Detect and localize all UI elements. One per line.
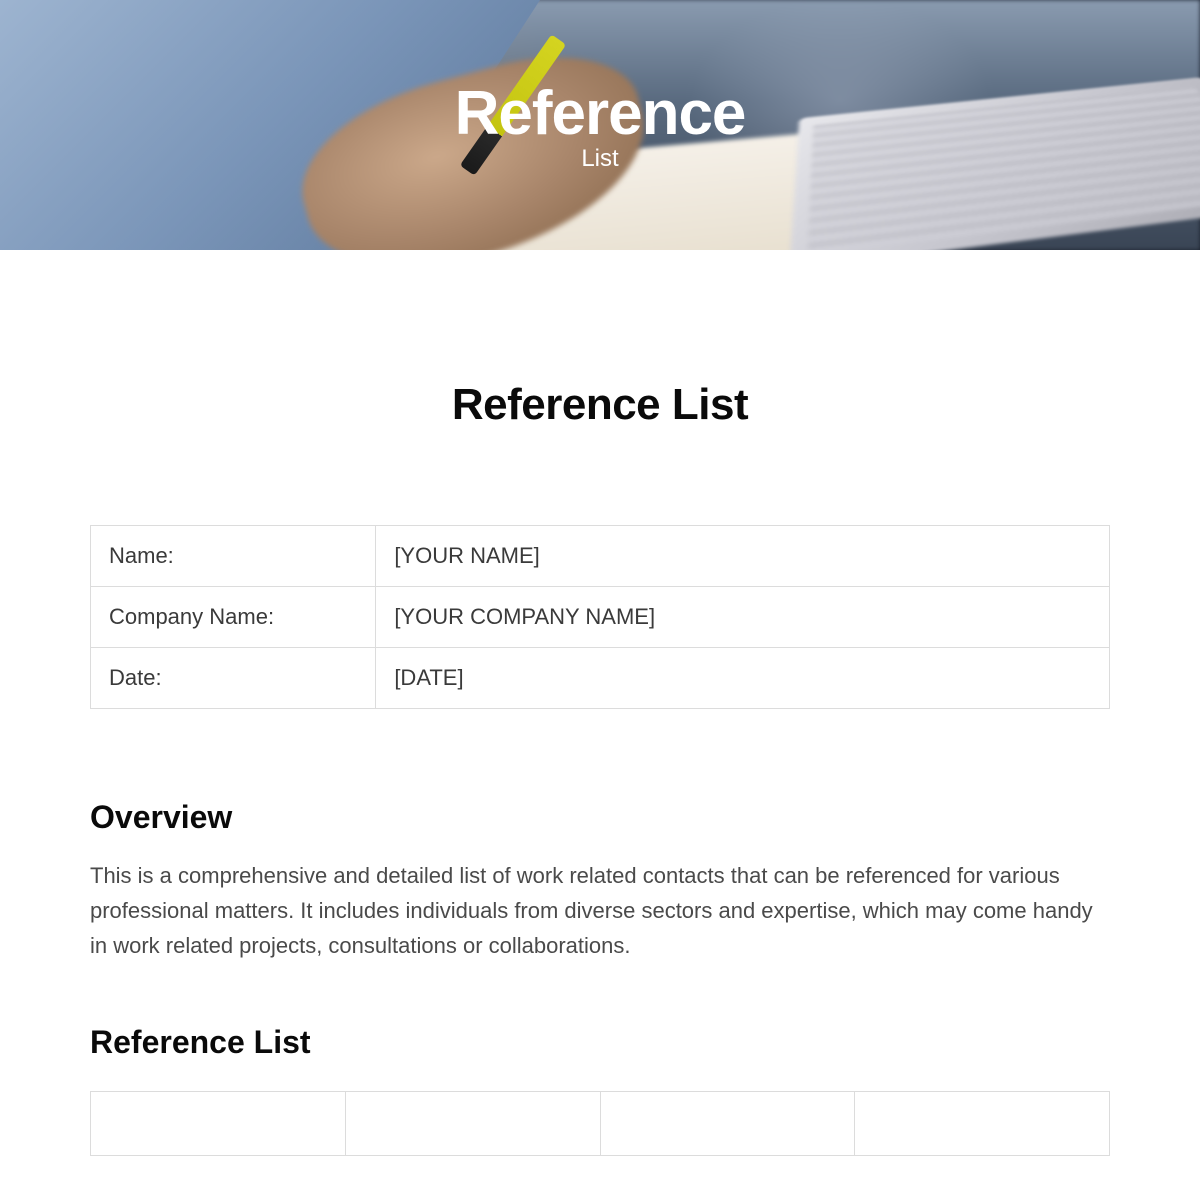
overview-text: This is a comprehensive and detailed lis… bbox=[90, 858, 1110, 964]
table-row: Date: [DATE] bbox=[91, 648, 1110, 709]
reference-table bbox=[90, 1091, 1110, 1156]
reference-list-heading: Reference List bbox=[90, 1024, 1110, 1061]
table-row: Name: [YOUR NAME] bbox=[91, 526, 1110, 587]
page-title: Reference List bbox=[90, 380, 1110, 430]
ref-cell bbox=[600, 1091, 855, 1155]
info-label: Company Name: bbox=[91, 587, 376, 648]
hero-banner: Reference List bbox=[0, 0, 1200, 250]
info-value: [DATE] bbox=[376, 648, 1110, 709]
ref-cell bbox=[855, 1091, 1110, 1155]
info-label: Name: bbox=[91, 526, 376, 587]
hero-subtitle: List bbox=[455, 145, 746, 173]
info-table: Name: [YOUR NAME] Company Name: [YOUR CO… bbox=[90, 525, 1110, 709]
table-row: Company Name: [YOUR COMPANY NAME] bbox=[91, 587, 1110, 648]
hero-text-block: Reference List bbox=[455, 78, 746, 173]
info-value: [YOUR NAME] bbox=[376, 526, 1110, 587]
hero-title: Reference bbox=[455, 78, 746, 149]
ref-cell bbox=[345, 1091, 600, 1155]
overview-heading: Overview bbox=[90, 799, 1110, 836]
info-value: [YOUR COMPANY NAME] bbox=[376, 587, 1110, 648]
table-row bbox=[91, 1091, 1110, 1155]
content-area: Reference List Name: [YOUR NAME] Company… bbox=[0, 250, 1200, 1156]
info-label: Date: bbox=[91, 648, 376, 709]
ref-cell bbox=[91, 1091, 346, 1155]
